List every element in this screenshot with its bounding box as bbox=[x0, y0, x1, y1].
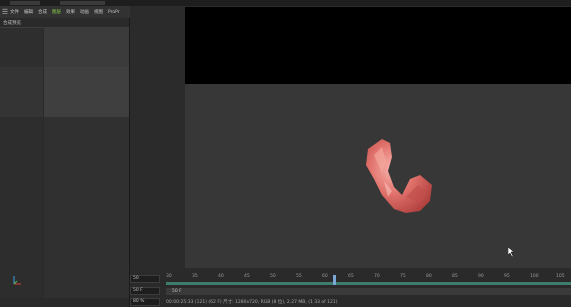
playhead-marker[interactable] bbox=[333, 275, 336, 285]
zoom-field[interactable]: 50 bbox=[130, 275, 160, 283]
ruler-tick-label: 35 bbox=[192, 274, 198, 279]
ruler-tick-label: 65 bbox=[348, 274, 354, 279]
menu-item-layer[interactable]: 图层 bbox=[52, 9, 61, 15]
ruler-tick-label: 100 bbox=[530, 274, 539, 279]
ruler-tick-label: 85 bbox=[452, 274, 458, 279]
menu-item-effect[interactable]: 效果 bbox=[66, 9, 75, 15]
status-bar: 00:00:25:33 (121) (62 F) 尺寸: 1280x720, R… bbox=[166, 300, 338, 305]
panel-cell[interactable] bbox=[44, 28, 129, 67]
viewer-black-region bbox=[185, 7, 571, 84]
menu-bar: ☰ 文件 编辑 合成 图层 效果 动画 视图 ProPr bbox=[0, 6, 130, 18]
panel-cell[interactable] bbox=[0, 28, 43, 67]
ruler-tick-label: 55 bbox=[296, 274, 302, 279]
ruler-tick-label: 80 bbox=[426, 274, 432, 279]
ruler-tick-label: 90 bbox=[478, 274, 484, 279]
layer-track[interactable]: 50 F bbox=[166, 288, 571, 295]
ruler-tick-label: 45 bbox=[244, 274, 250, 279]
work-area-bar[interactable] bbox=[166, 282, 571, 285]
axis-gizmo-icon bbox=[13, 276, 21, 285]
pink-3d-object[interactable] bbox=[360, 135, 440, 225]
panel-cell[interactable] bbox=[0, 67, 43, 117]
panel-cell[interactable] bbox=[44, 67, 129, 117]
menu-item-edit[interactable]: 编辑 bbox=[24, 9, 33, 15]
menu-item-composition[interactable]: 合成 bbox=[38, 9, 47, 15]
ruler-tick-label: 70 bbox=[374, 274, 380, 279]
left-panel: 合成预览 bbox=[0, 18, 130, 307]
layer-track-label: 50 F bbox=[172, 289, 182, 294]
composition-viewer[interactable] bbox=[185, 7, 571, 268]
ruler-tick-label: 50 bbox=[270, 274, 276, 279]
title-bar-segment bbox=[10, 1, 40, 5]
panel-cell[interactable] bbox=[0, 117, 43, 298]
mouse-cursor-icon bbox=[508, 247, 515, 257]
menu-item-file[interactable]: 文件 bbox=[10, 9, 19, 15]
timeline-panel: 50 50 F 80 % 30 35 40 45 50 55 60 65 70 75 80 85 90 9… bbox=[130, 270, 571, 307]
percent-field[interactable]: 80 % bbox=[130, 298, 160, 306]
ruler-tick-label: 75 bbox=[400, 274, 406, 279]
frame-field[interactable]: 50 F bbox=[130, 287, 160, 295]
title-bar-segment bbox=[60, 1, 105, 5]
menu-item-view[interactable]: 视图 bbox=[94, 9, 103, 15]
ruler-tick-label: 60 bbox=[322, 274, 328, 279]
ruler-tick-label: 30 bbox=[166, 274, 172, 279]
hamburger-menu-icon[interactable]: ☰ bbox=[0, 6, 10, 18]
ruler-tick-label: 105 bbox=[556, 274, 565, 279]
menu-item-propr[interactable]: ProPr bbox=[108, 10, 120, 15]
left-panel-title: 合成预览 bbox=[3, 21, 21, 26]
ruler-tick-label: 95 bbox=[504, 274, 510, 279]
menu-item-animation[interactable]: 动画 bbox=[80, 9, 89, 15]
panel-cell[interactable] bbox=[44, 117, 129, 298]
ruler-tick-label: 40 bbox=[218, 274, 224, 279]
